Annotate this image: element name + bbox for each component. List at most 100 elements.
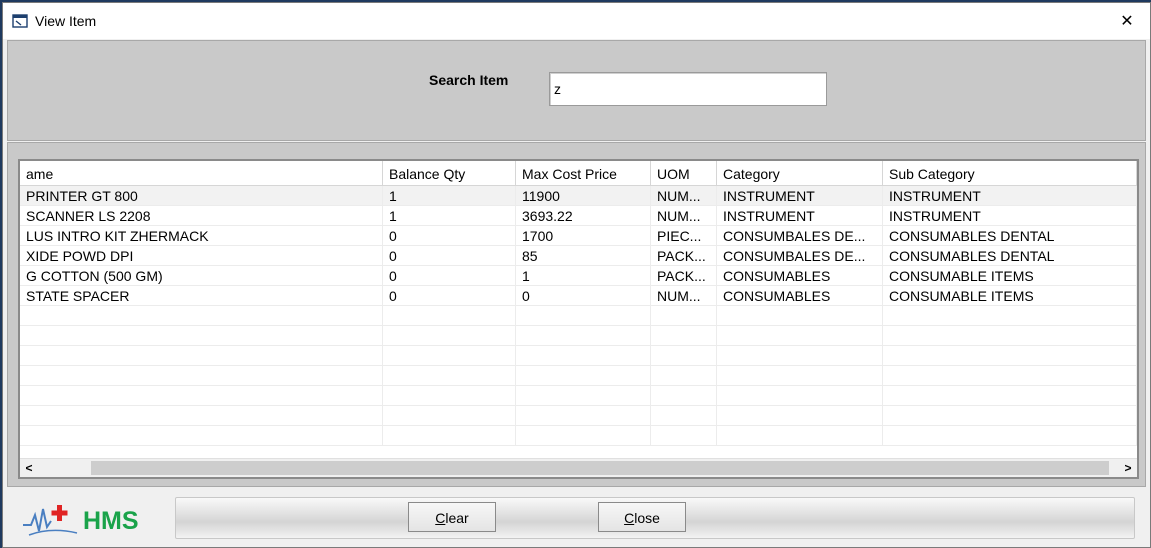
table-row[interactable] [20, 306, 1137, 326]
table-row[interactable]: G COTTON (500 GM) 0 1 PACK... CONSUMABLES CON… [20, 266, 1137, 286]
table-cell: G COTTON (500 GM) [20, 266, 383, 286]
table-cell: 85 [516, 246, 651, 266]
chevron-left-icon: < [25, 461, 33, 475]
table-cell [383, 326, 516, 346]
table-row[interactable]: LUS INTRO KIT ZHERMACK 0 1700 PIEC... CONSUM… [20, 226, 1137, 246]
grid-rows: PRINTER GT 800 1 11900 NUM... INSTRUMENT INST… [20, 186, 1137, 446]
table-cell: PACK... [651, 246, 717, 266]
close-icon: ✕ [1120, 13, 1134, 30]
table-row[interactable]: XIDE POWD DPI 0 85 PACK... CONSUMBALES DE...… [20, 246, 1137, 266]
scrollbar-thumb[interactable] [91, 461, 1109, 475]
table-cell: 1 [383, 186, 516, 206]
table-cell [20, 426, 383, 446]
table-cell: CONSUMABLES [717, 286, 883, 306]
table-cell: 1700 [516, 226, 651, 246]
table-cell [717, 426, 883, 446]
table-row[interactable] [20, 406, 1137, 426]
table-cell [651, 306, 717, 326]
button-bar: Clear Close [175, 497, 1135, 539]
table-cell: 1 [383, 206, 516, 226]
window-title: View Item [35, 13, 97, 29]
clear-mnemonic: C [435, 510, 446, 526]
close-button[interactable]: Close [598, 502, 686, 532]
table-cell [516, 406, 651, 426]
table-cell [516, 386, 651, 406]
table-cell: NUM... [651, 186, 717, 206]
table-row[interactable]: SCANNER LS 2208 1 3693.22 NUM... INSTRUMENT I… [20, 206, 1137, 226]
table-row[interactable] [20, 386, 1137, 406]
table-cell [651, 386, 717, 406]
window-close-button[interactable]: ✕ [1104, 3, 1150, 39]
table-cell: 11900 [516, 186, 651, 206]
column-header-1[interactable]: Balance Qty [383, 161, 516, 185]
hms-logo-text: HMS [83, 507, 139, 535]
table-cell [883, 406, 1137, 426]
table-row[interactable] [20, 426, 1137, 446]
table-cell: INSTRUMENT [717, 186, 883, 206]
clear-label-rest: lear [445, 510, 469, 526]
column-header-0[interactable]: ame [20, 161, 383, 185]
table-cell: CONSUMABLES DENTAL [883, 246, 1137, 266]
table-cell: STATE SPACER [20, 286, 383, 306]
chevron-right-icon: > [1124, 461, 1132, 475]
search-item-input[interactable] [549, 72, 827, 106]
table-cell [20, 346, 383, 366]
table-cell [20, 386, 383, 406]
table-row[interactable]: STATE SPACER 0 0 NUM... CONSUMABLES CONSUMABL… [20, 286, 1137, 306]
table-cell: INSTRUMENT [883, 186, 1137, 206]
table-cell [883, 426, 1137, 446]
table-cell: INSTRUMENT [717, 206, 883, 226]
column-header-2[interactable]: Max Cost Price [516, 161, 651, 185]
table-cell [717, 306, 883, 326]
table-cell: PIEC... [651, 226, 717, 246]
table-cell [717, 346, 883, 366]
table-cell: PRINTER GT 800 [20, 186, 383, 206]
title-bar: View Item ✕ [3, 3, 1150, 39]
hms-logo-icon [23, 505, 78, 536]
view-item-window: View Item ✕ Search Item ameBalance QtyMa… [2, 2, 1151, 548]
table-cell [717, 366, 883, 386]
column-header-4[interactable]: Category [717, 161, 883, 185]
table-cell: 0 [516, 286, 651, 306]
items-grid[interactable]: ame Balance Qty Max Cost Price UOM Category S… [18, 159, 1139, 479]
table-cell [20, 306, 383, 326]
table-cell [516, 326, 651, 346]
table-row[interactable]: PRINTER GT 800 1 11900 NUM... INSTRUMENT INST… [20, 186, 1137, 206]
table-row[interactable] [20, 346, 1137, 366]
column-header-3[interactable]: UOM [651, 161, 717, 185]
table-cell: 3693.22 [516, 206, 651, 226]
table-cell: 0 [383, 286, 516, 306]
table-row[interactable] [20, 366, 1137, 386]
table-cell: NUM... [651, 286, 717, 306]
table-cell: INSTRUMENT [883, 206, 1137, 226]
clear-button[interactable]: Clear [408, 502, 496, 532]
table-cell [383, 346, 516, 366]
table-cell [717, 406, 883, 426]
table-cell: LUS INTRO KIT ZHERMACK [20, 226, 383, 246]
table-cell [20, 406, 383, 426]
table-cell: XIDE POWD DPI [20, 246, 383, 266]
table-cell [883, 366, 1137, 386]
table-cell: 0 [383, 226, 516, 246]
table-cell [383, 426, 516, 446]
table-cell [883, 386, 1137, 406]
table-cell [383, 406, 516, 426]
table-row[interactable] [20, 326, 1137, 346]
horizontal-scrollbar[interactable]: < > [20, 458, 1137, 477]
column-header-5[interactable]: Sub Category [883, 161, 1137, 185]
table-cell [383, 366, 516, 386]
table-cell [651, 426, 717, 446]
table-cell: SCANNER LS 2208 [20, 206, 383, 226]
table-cell [516, 346, 651, 366]
table-cell [651, 326, 717, 346]
table-cell: CONSUMABLES DENTAL [883, 226, 1137, 246]
close-label-rest: lose [634, 510, 660, 526]
table-cell [651, 346, 717, 366]
table-cell [883, 346, 1137, 366]
table-cell [516, 426, 651, 446]
search-item-label: Search Item [429, 72, 509, 88]
grid-panel: ame Balance Qty Max Cost Price UOM Category S… [7, 142, 1146, 487]
scroll-left-button[interactable]: < [20, 459, 38, 477]
table-cell [516, 366, 651, 386]
scroll-right-button[interactable]: > [1119, 459, 1137, 477]
